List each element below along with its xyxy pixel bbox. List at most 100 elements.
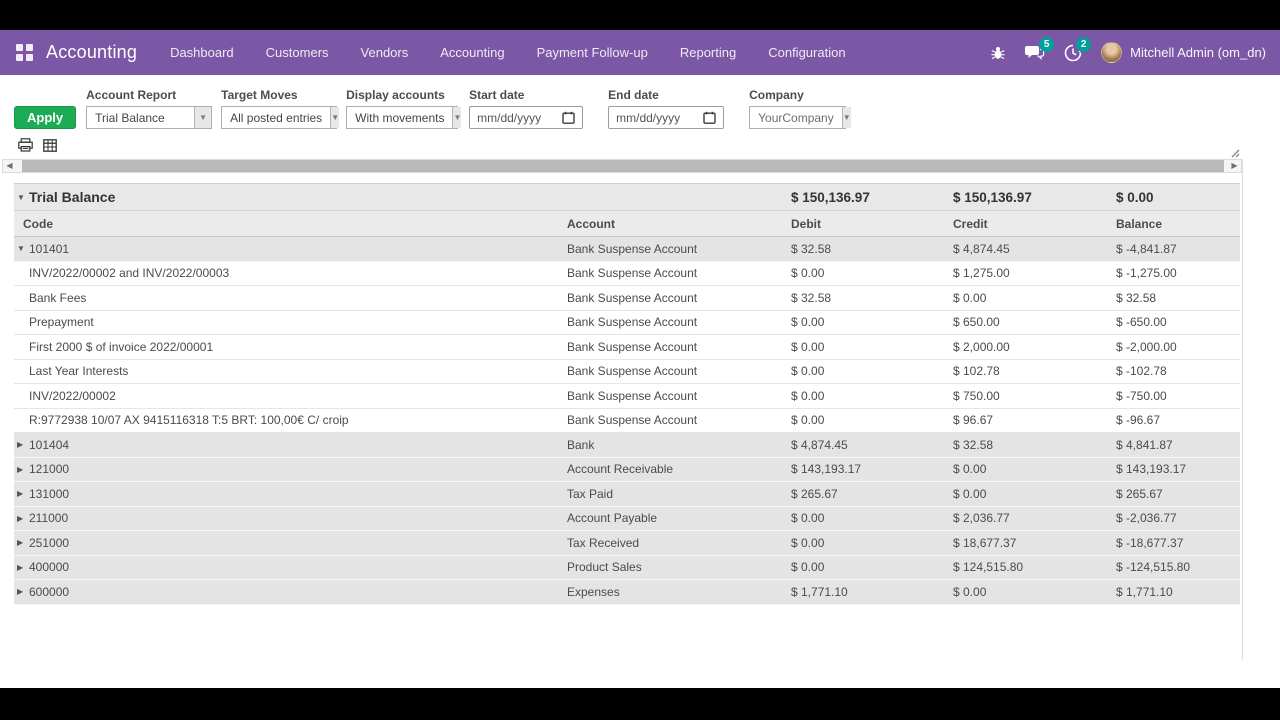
col-balance: Balance: [1116, 216, 1163, 231]
row-account: Expenses: [567, 584, 620, 599]
row-credit: $ 18,677.37: [953, 535, 1017, 550]
table-row[interactable]: Bank Fees Bank Suspense Account $ 32.58 …: [14, 286, 1240, 311]
table-row[interactable]: First 2000 $ of invoice 2022/00001 Bank …: [14, 335, 1240, 360]
menu-vendors[interactable]: Vendors: [359, 41, 411, 64]
messages-badge: 5: [1039, 37, 1055, 52]
row-balance: $ 143,193.17: [1116, 462, 1187, 477]
account-report-select[interactable]: Trial Balance ▼: [86, 106, 213, 129]
row-account: Tax Received: [567, 535, 640, 550]
row-caret-icon[interactable]: ▶: [17, 465, 29, 474]
app-name[interactable]: Accounting: [46, 42, 137, 63]
table-row[interactable]: Prepayment Bank Suspense Account $ 0.00 …: [14, 310, 1240, 335]
table-row[interactable]: ▶ 121000 Account Receivable $ 143,193.17…: [14, 457, 1240, 482]
row-balance: $ 1,771.10: [1116, 584, 1173, 599]
table-row[interactable]: ▶ 211000 Account Payable $ 0.00 $ 2,036.…: [14, 506, 1240, 531]
row-credit: $ 2,000.00: [953, 339, 1010, 354]
row-account: Bank Suspense Account: [567, 241, 698, 256]
activities-icon[interactable]: 2: [1064, 36, 1092, 62]
row-label: 101401: [29, 241, 70, 256]
target-moves-select[interactable]: All posted entries ▼: [221, 106, 340, 129]
menu-reporting[interactable]: Reporting: [678, 41, 738, 64]
user-menu[interactable]: Mitchell Admin (om_dn): [1101, 42, 1266, 63]
start-date-input[interactable]: mm/dd/yyyy: [469, 106, 584, 129]
company-label: Company: [749, 88, 804, 102]
display-accounts-select[interactable]: With movements ▼: [346, 106, 462, 129]
row-debit: $ 143,193.17: [791, 462, 862, 477]
company-select[interactable]: YourCompany ▼: [749, 106, 851, 129]
row-label: Bank Fees: [29, 290, 87, 305]
row-balance: $ 265.67: [1116, 486, 1163, 501]
row-balance: $ -18,677.37: [1116, 535, 1184, 550]
scrollbar-thumb[interactable]: [22, 160, 1224, 172]
report-title: Trial Balance: [29, 189, 116, 205]
row-credit: $ 102.78: [953, 364, 1000, 379]
table-row[interactable]: ▼ 101401 Bank Suspense Account $ 32.58 $…: [14, 237, 1240, 262]
menu-customers[interactable]: Customers: [264, 41, 331, 64]
row-debit: $ 0.00: [791, 266, 825, 281]
page-content: Apply Account Report Trial Balance ▼ Tar…: [0, 75, 1280, 688]
menu-dashboard[interactable]: Dashboard: [168, 41, 236, 64]
row-account: Bank: [567, 437, 595, 452]
row-balance: $ -124,515.80: [1116, 560, 1191, 575]
table-row[interactable]: R:9772938 10/07 AX 9415116318 T:5 BRT: 1…: [14, 408, 1240, 433]
row-balance: $ -96.67: [1116, 413, 1161, 428]
display-accounts-label: Display accounts: [346, 88, 445, 102]
row-account: Bank Suspense Account: [567, 315, 698, 330]
apps-menu-icon[interactable]: [16, 44, 33, 61]
row-label: First 2000 $ of invoice 2022/00001: [29, 339, 214, 354]
main-menu: Dashboard Customers Vendors Accounting P…: [168, 41, 847, 64]
row-debit: $ 32.58: [791, 241, 832, 256]
report-area: ◀ ▶ ▼ Trial Balance $ 150,136.97 $ 150,1…: [0, 159, 1243, 660]
table-row[interactable]: ▶ 251000 Tax Received $ 0.00 $ 18,677.37…: [14, 531, 1240, 556]
menu-payment-follow-up[interactable]: Payment Follow-up: [535, 41, 650, 64]
row-label: INV/2022/00002 and INV/2022/00003: [29, 266, 230, 281]
row-caret-icon[interactable]: ▶: [17, 538, 29, 547]
resize-grip[interactable]: [1229, 145, 1240, 163]
export-table-icon[interactable]: [43, 138, 57, 152]
end-date-label: End date: [608, 88, 659, 102]
messages-icon[interactable]: 5: [1025, 37, 1055, 61]
chevron-down-icon: ▼: [330, 107, 340, 128]
menu-accounting[interactable]: Accounting: [438, 41, 506, 64]
debug-bug-icon[interactable]: [990, 45, 1006, 61]
row-credit: $ 124,515.80: [953, 560, 1024, 575]
report-rows: ▼ 101401 Bank Suspense Account $ 32.58 $…: [14, 237, 1240, 605]
table-row[interactable]: ▶ 600000 Expenses $ 1,771.10 $ 0.00 $ 1,…: [14, 580, 1240, 605]
chevron-down-icon: ▼: [194, 107, 212, 128]
table-row[interactable]: Last Year Interests Bank Suspense Accoun…: [14, 359, 1240, 384]
row-balance: $ -102.78: [1116, 364, 1167, 379]
menu-configuration[interactable]: Configuration: [766, 41, 847, 64]
end-date-input[interactable]: mm/dd/yyyy: [608, 106, 725, 129]
row-label: 251000: [29, 535, 70, 550]
table-row[interactable]: ▶ 131000 Tax Paid $ 265.67 $ 0.00 $ 265.…: [14, 482, 1240, 507]
account-report-label: Account Report: [86, 88, 177, 102]
table-row[interactable]: INV/2022/00002 Bank Suspense Account $ 0…: [14, 384, 1240, 409]
row-balance: $ 4,841.87: [1116, 437, 1173, 452]
row-balance: $ -650.00: [1116, 315, 1167, 330]
row-caret-icon[interactable]: ▶: [17, 587, 29, 596]
row-credit: $ 1,275.00: [953, 266, 1010, 281]
collapse-report-icon[interactable]: ▼: [17, 193, 29, 202]
table-row[interactable]: ▶ 101404 Bank $ 4,874.45 $ 32.58 $ 4,841…: [14, 433, 1240, 458]
apply-button[interactable]: Apply: [14, 106, 77, 129]
row-caret-icon[interactable]: ▼: [17, 244, 29, 253]
top-navbar: Accounting Dashboard Customers Vendors A…: [0, 30, 1280, 75]
row-credit: $ 750.00: [953, 388, 1000, 403]
scroll-left-icon[interactable]: ◀: [3, 160, 16, 172]
table-row[interactable]: ▶ 400000 Product Sales $ 0.00 $ 124,515.…: [14, 555, 1240, 580]
row-caret-icon[interactable]: ▶: [17, 489, 29, 498]
row-credit: $ 2,036.77: [953, 511, 1010, 526]
table-row[interactable]: INV/2022/00002 and INV/2022/00003 Bank S…: [14, 261, 1240, 286]
row-label: Prepayment: [29, 315, 94, 330]
row-caret-icon[interactable]: ▶: [17, 514, 29, 523]
row-label: Last Year Interests: [29, 364, 129, 379]
row-balance: $ -2,036.77: [1116, 511, 1177, 526]
print-icon[interactable]: [18, 138, 33, 152]
horizontal-scrollbar[interactable]: ◀ ▶: [2, 159, 1242, 173]
row-credit: $ 0.00: [953, 462, 987, 477]
row-caret-icon[interactable]: ▶: [17, 440, 29, 449]
filter-bar: Apply Account Report Trial Balance ▼ Tar…: [0, 75, 1280, 129]
row-caret-icon[interactable]: ▶: [17, 563, 29, 572]
row-account: Bank Suspense Account: [567, 266, 698, 281]
col-debit: Debit: [791, 216, 821, 231]
